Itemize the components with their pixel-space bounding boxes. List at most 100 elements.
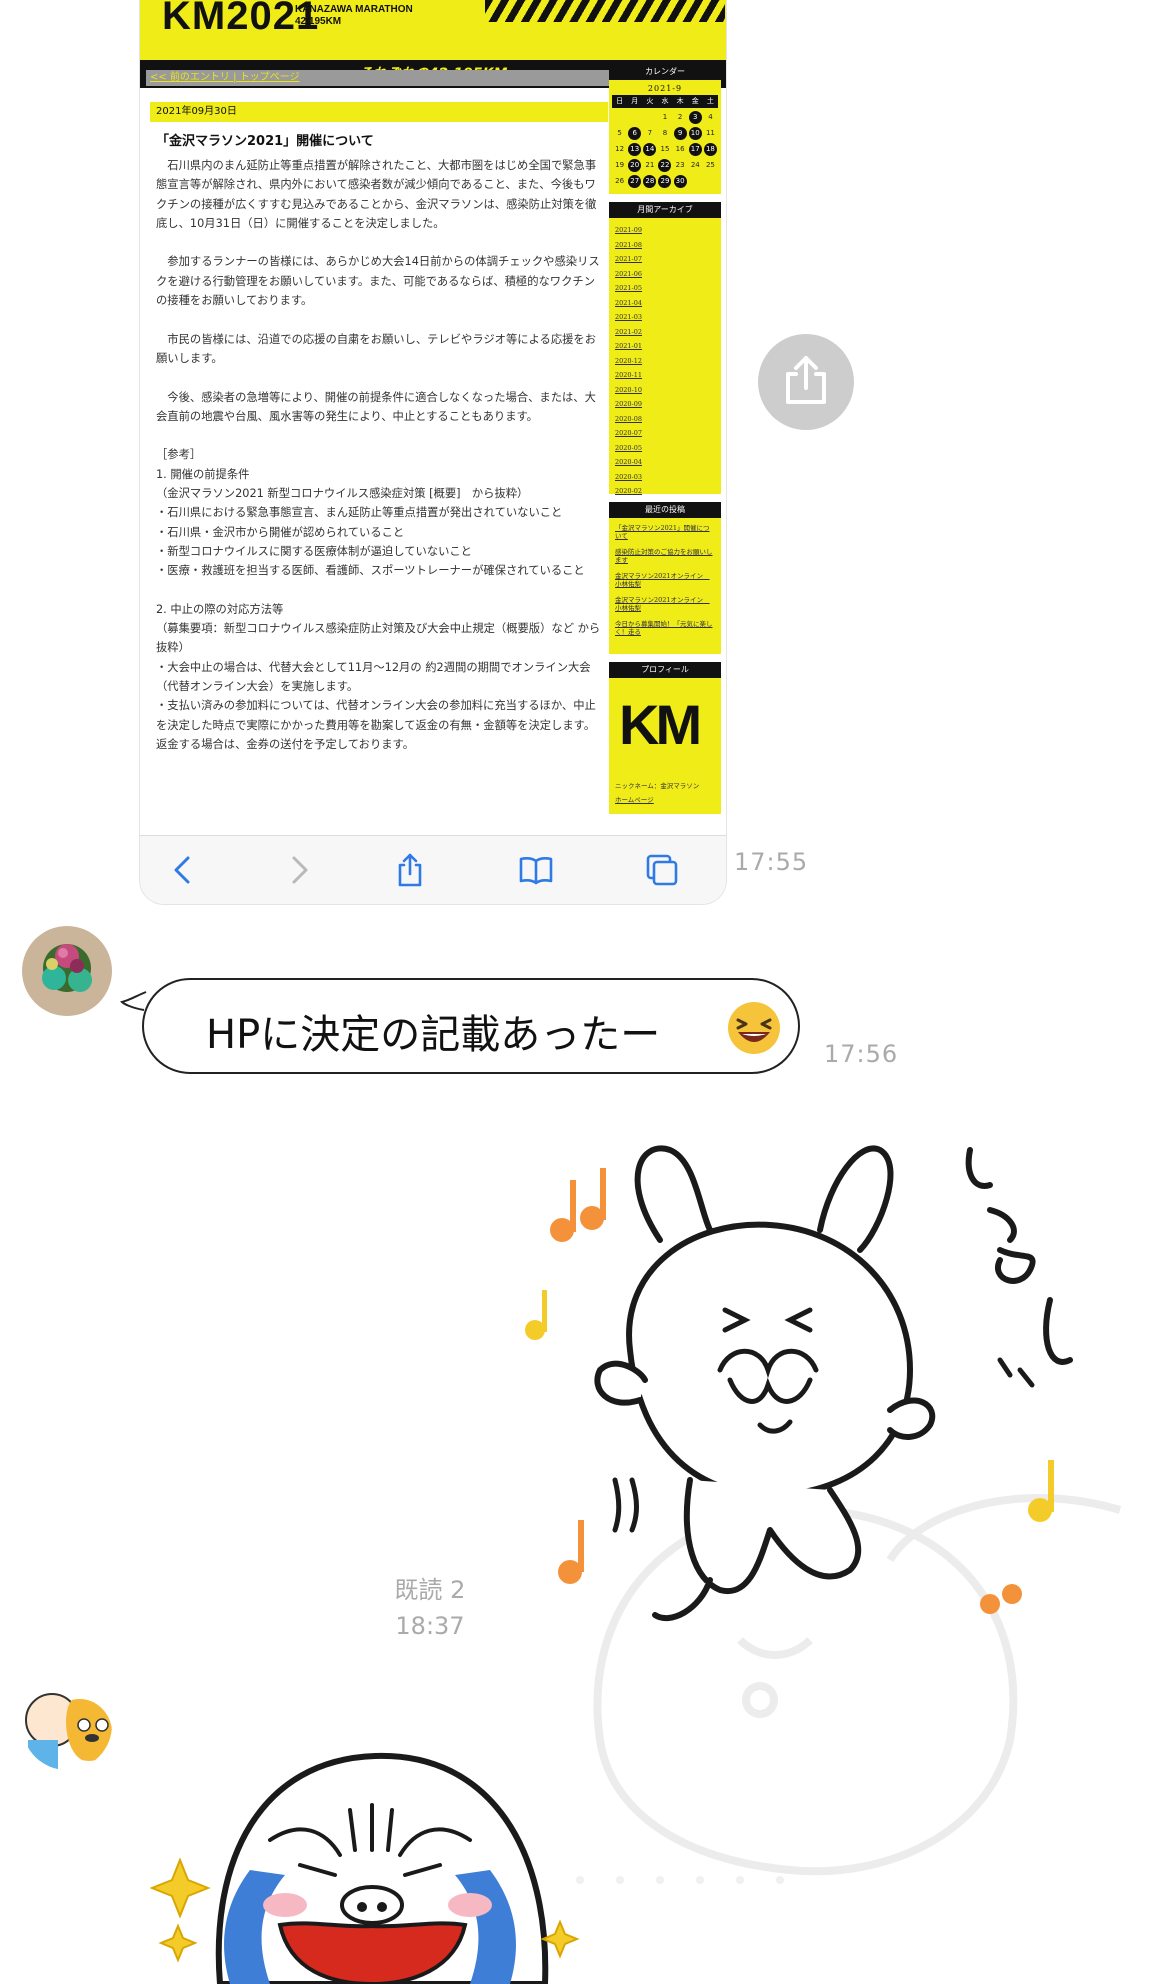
sidebar: カレンダー 2021-9 日月火水木金土 1 2 3 4 5 6 7 8 9 10 11 12 13 14 1… <box>609 64 721 814</box>
calendar-day: 5 <box>617 129 622 137</box>
calendar-day[interactable]: 17 <box>688 143 702 156</box>
archive-link[interactable]: 2020-08 <box>615 415 715 430</box>
archive-link[interactable]: 2020-09 <box>615 400 715 415</box>
archive-link[interactable]: 2021-01 <box>615 342 715 357</box>
calendar-day: 7 <box>647 129 653 137</box>
archive-link[interactable]: 2020-04 <box>615 458 715 473</box>
calendar: 2021-9 日月火水木金土 1 2 3 4 5 6 7 8 9 10 11 12 13 14 15 16 17 1… <box>609 80 721 194</box>
calendar-weekday: 日 <box>612 95 628 108</box>
calendar-weekday: 水 <box>657 95 673 108</box>
recent-post-link[interactable]: 「金沢マラソン2021」開催について <box>615 524 715 540</box>
dancing-rabbit-sticker[interactable] <box>520 1120 1120 1640</box>
calendar-day: 15 <box>660 145 670 153</box>
text-message-bubble[interactable]: HPに決定の記載あったー <box>142 978 800 1074</box>
calendar-day: 1 <box>662 113 668 121</box>
calendar-day: 12 <box>615 145 625 153</box>
archive-link[interactable]: 2021-02 <box>615 328 715 343</box>
calendar-grid: 日月火水木金土 1 2 3 4 5 6 7 8 9 10 11 12 13 14 15 16 17 18 19 20 21… <box>612 95 718 188</box>
calendar-day: 2 <box>677 113 683 121</box>
post-title: 「金沢マラソン2021」開催について <box>156 134 374 149</box>
read-count-label: 既読 2 <box>394 1576 466 1604</box>
calendar-day: 21 <box>645 161 655 169</box>
message-text: HPに決定の記載あったー <box>206 1012 661 1058</box>
calendar-day[interactable]: 20 <box>628 159 642 172</box>
km-logo-subtitle: KANAZAWA MARATHON 42.195KM <box>295 4 413 27</box>
archive-link[interactable]: 2020-10 <box>615 386 715 401</box>
recent-list: 「金沢マラソン2021」開催について 感染防止対策のご協力をお願いします 金沢マラソ… <box>609 518 721 654</box>
share-icon <box>786 356 826 404</box>
archive-link[interactable]: 2020-07 <box>615 429 715 444</box>
archive-link[interactable]: 2021-08 <box>615 241 715 256</box>
archive-link[interactable]: 2021-06 <box>615 270 715 285</box>
calendar-day: 24 <box>690 161 700 169</box>
calendar-day: 16 <box>675 145 685 153</box>
archive-link[interactable]: 2021-04 <box>615 299 715 314</box>
message-time: 18:37 <box>395 1612 465 1640</box>
calendar-day: 11 <box>705 129 715 137</box>
forward-chevron-icon[interactable] <box>280 852 316 888</box>
header-stripes <box>485 0 725 22</box>
share-icon[interactable] <box>392 852 428 888</box>
calendar-day[interactable]: 10 <box>688 127 702 140</box>
archive-link[interactable]: 2021-03 <box>615 313 715 328</box>
calendar-day: 4 <box>708 113 713 121</box>
archive-link[interactable]: 2020-03 <box>615 473 715 488</box>
profile-box: KM ニックネーム：金沢マラソン ホームページ <box>609 678 721 814</box>
calendar-day[interactable]: 22 <box>658 159 672 172</box>
calendar-day[interactable]: 27 <box>628 175 642 188</box>
recent-heading: 最近の投稿 <box>609 502 721 518</box>
calendar-weekday: 火 <box>642 95 658 108</box>
crying-laughing-sticker[interactable] <box>150 1720 580 1984</box>
archive-link[interactable]: 2021-09 <box>615 226 715 241</box>
share-fab[interactable] <box>758 334 854 430</box>
tabs-icon[interactable] <box>644 852 680 888</box>
calendar-day[interactable]: 28 <box>643 175 657 188</box>
recent-post-link[interactable]: 金沢マラソン2021オンライン 小林佑梨 <box>615 596 715 612</box>
calendar-day: 8 <box>662 129 668 137</box>
profile-logo: KM <box>619 693 702 756</box>
shared-screenshot-image[interactable]: KM2021 KANAZAWA MARATHON 42.195KM それぞれの4… <box>140 0 726 904</box>
calendar-day[interactable]: 3 <box>688 111 702 124</box>
sender-avatar-cartoon[interactable] <box>22 1680 112 1770</box>
calendar-empty-cell <box>642 111 657 124</box>
calendar-day[interactable]: 30 <box>673 175 687 188</box>
archive-link[interactable]: 2020-11 <box>615 371 715 386</box>
recent-post-link[interactable]: 金沢マラソン2021オンライン 小林佑梨 <box>615 572 715 588</box>
recent-post-link[interactable]: 今日から募集開始！「元気に楽しく！走る <box>615 620 715 636</box>
sender-avatar-flowers[interactable] <box>22 926 112 1016</box>
message-time: 17:55 <box>734 848 809 876</box>
calendar-weekday: 金 <box>687 95 703 108</box>
calendar-empty-cell <box>627 111 642 124</box>
archive-link[interactable]: 2021-05 <box>615 284 715 299</box>
calendar-day: 19 <box>615 161 625 169</box>
profile-homepage-link[interactable]: ホームページ <box>615 794 654 804</box>
bookmarks-icon[interactable] <box>518 852 554 888</box>
post-date: 2021年09月30日 <box>150 102 608 122</box>
archive-link[interactable]: 2021-07 <box>615 255 715 270</box>
calendar-weekday: 土 <box>702 95 718 108</box>
calendar-weekday: 木 <box>672 95 688 108</box>
back-chevron-icon[interactable] <box>166 852 202 888</box>
calendar-heading: カレンダー <box>609 64 721 80</box>
laughing-emoji-icon <box>728 1002 780 1054</box>
recent-post-link[interactable]: 感染防止対策のご協力をお願いします <box>615 548 715 564</box>
profile-nickname: ニックネーム：金沢マラソン <box>615 782 700 790</box>
archive-link[interactable]: 2020-02 <box>615 487 715 502</box>
archive-heading: 月間アーカイブ <box>609 202 721 218</box>
archive-link[interactable]: 2020-05 <box>615 444 715 459</box>
km-site-header: KM2021 KANAZAWA MARATHON 42.195KM <box>140 0 726 60</box>
archive-link[interactable]: 2020-12 <box>615 357 715 372</box>
calendar-day: 26 <box>615 177 625 185</box>
calendar-day[interactable]: 29 <box>658 175 672 188</box>
calendar-day[interactable]: 14 <box>643 143 657 156</box>
profile-heading: プロフィール <box>609 662 721 678</box>
calendar-day[interactable]: 18 <box>703 143 717 156</box>
read-receipt: 既読 2 18:37 <box>388 1572 472 1644</box>
breadcrumb[interactable]: << 前のエントリ | トップページ <box>146 70 610 86</box>
calendar-day[interactable]: 9 <box>673 127 687 140</box>
browser-toolbar <box>140 835 726 904</box>
calendar-weekday: 月 <box>627 95 643 108</box>
calendar-month: 2021-9 <box>647 84 683 93</box>
calendar-day[interactable]: 6 <box>628 127 642 140</box>
calendar-day[interactable]: 13 <box>628 143 642 156</box>
